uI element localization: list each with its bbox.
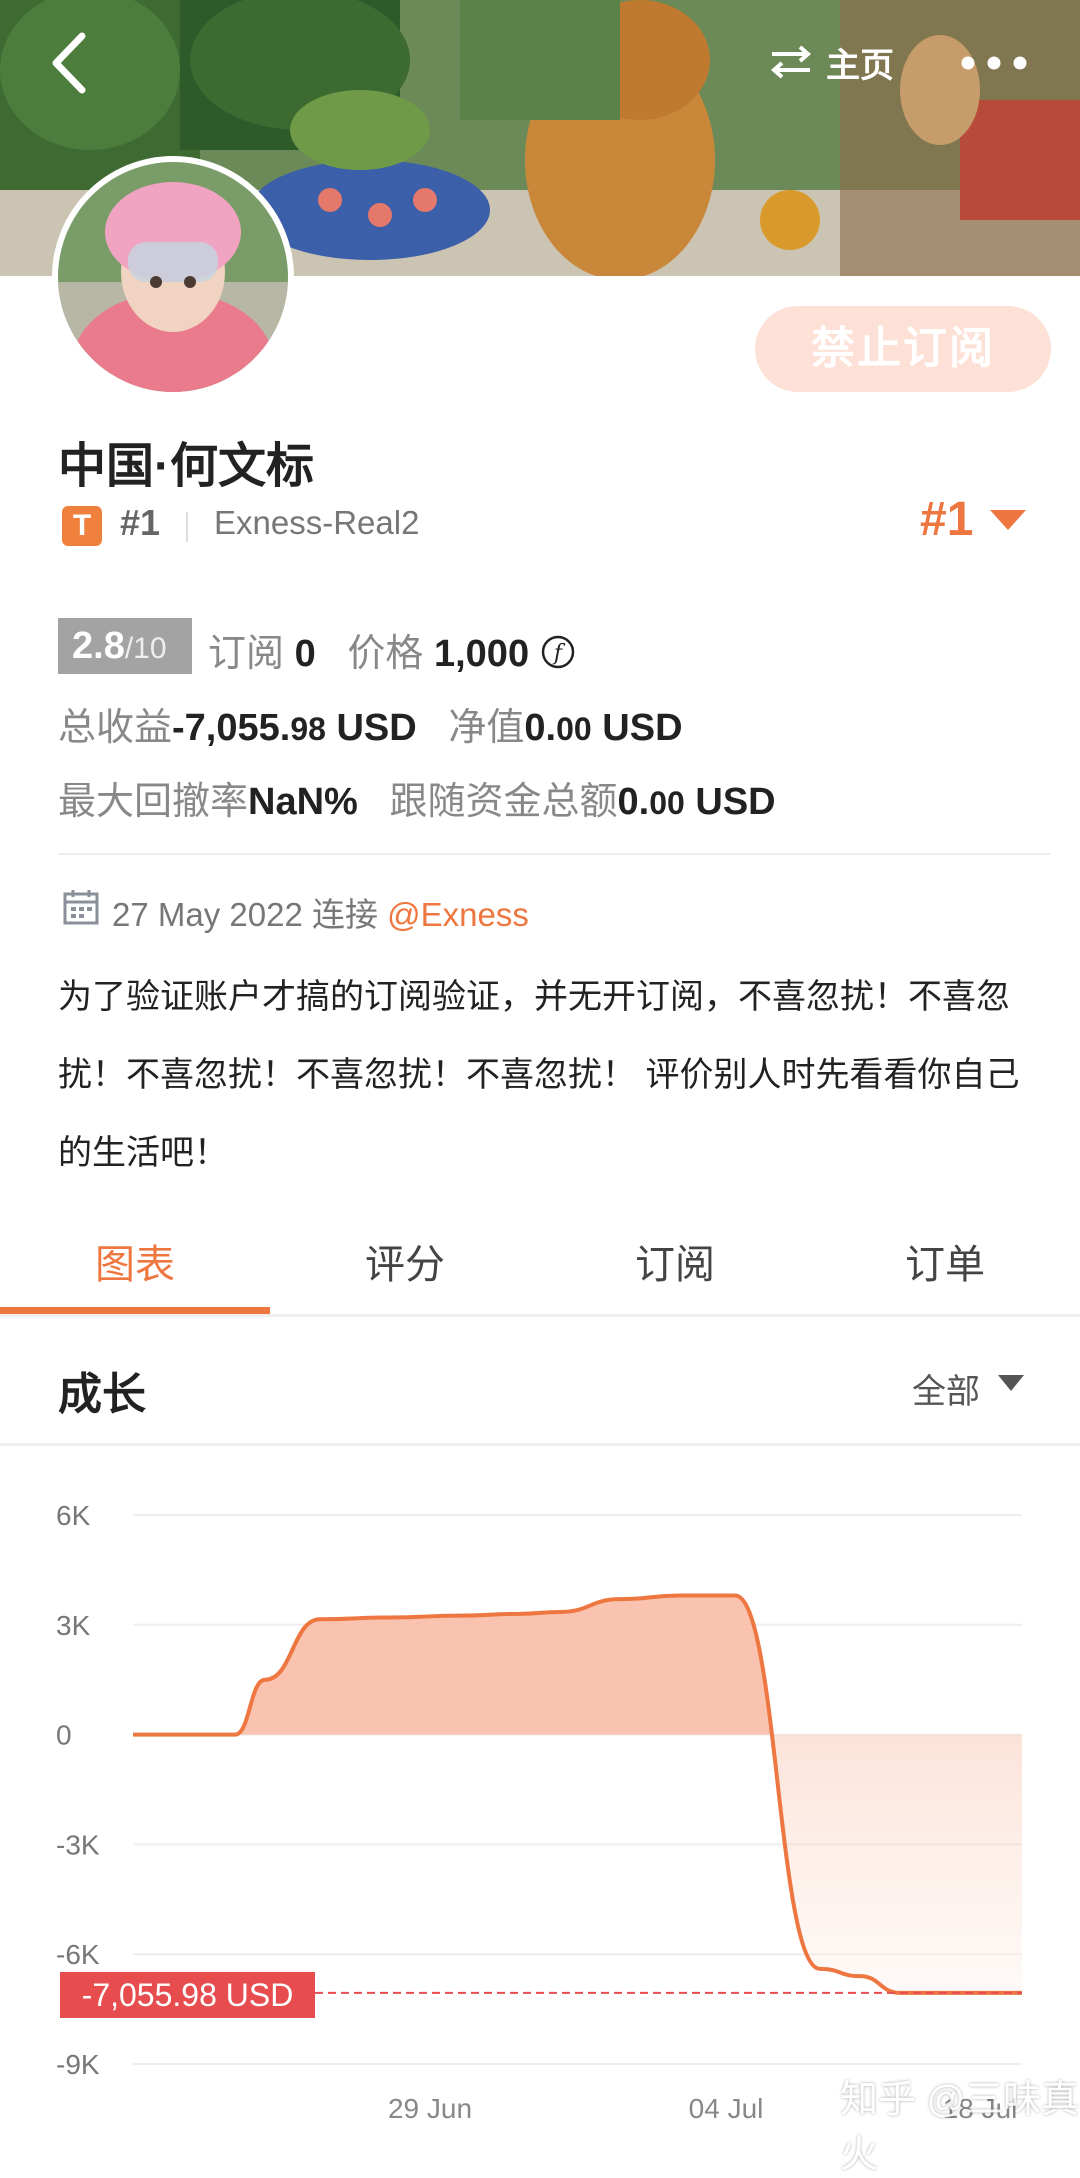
connection-info: 27 May 2022 连接 @Exness bbox=[112, 888, 529, 936]
rank-label: #1 bbox=[120, 502, 161, 543]
equity-label: 净值 bbox=[448, 707, 525, 749]
forbid-subscribe-button[interactable]: 禁止订阅 bbox=[755, 306, 1051, 392]
server-name: Exness-Real2 bbox=[214, 504, 420, 541]
trader-name: 中国·何文标 bbox=[58, 440, 314, 493]
x-tick-label: 29 Jun bbox=[388, 2093, 472, 2124]
profit-row: 总收益-7,055.98 USD 净值0.00 USD bbox=[58, 696, 683, 751]
drawdown-label: 最大回撤率 bbox=[58, 781, 249, 823]
x-tick-label: 04 Jul bbox=[689, 2093, 764, 2124]
drawdown-value: NaN% bbox=[248, 781, 358, 823]
connect-date: 27 May 2022 bbox=[112, 896, 303, 933]
subscribe-price-row: 订阅 0 价格 1,000 f bbox=[208, 622, 576, 677]
more-dots-icon[interactable] bbox=[954, 46, 1034, 80]
growth-chart: 6K 3K 0 -3K -6K -9K 29 Jun 04 Jul 18 Jul bbox=[0, 1446, 1080, 2143]
tab-active-indicator bbox=[0, 1307, 270, 1314]
tab-orders[interactable]: 订单 bbox=[810, 1232, 1080, 1290]
tabs-divider bbox=[0, 1314, 1080, 1317]
y-tick-label: 6K bbox=[56, 1500, 91, 1531]
tab-subscribe[interactable]: 订阅 bbox=[540, 1232, 810, 1290]
connect-label: 连接 bbox=[311, 896, 378, 933]
caret-down-icon[interactable] bbox=[990, 510, 1026, 532]
y-tick-label: 0 bbox=[56, 1720, 72, 1751]
section-title: 成长 bbox=[58, 1370, 146, 1419]
chevron-left-icon[interactable] bbox=[46, 28, 96, 98]
avatar bbox=[58, 162, 288, 392]
equity-value: 0.00 USD bbox=[524, 707, 683, 749]
drawdown-row: 最大回撤率NaN% 跟随资金总额0.00 USD bbox=[58, 770, 776, 825]
y-tick-label: -9K bbox=[56, 2049, 100, 2080]
follow-funds-value: 0.00 USD bbox=[617, 781, 776, 823]
watermark: 知乎 @三味真火 bbox=[840, 2079, 1080, 2176]
divider bbox=[58, 853, 1050, 855]
score-value: 2.8 bbox=[72, 625, 125, 667]
follow-funds-label: 跟随资金总额 bbox=[389, 781, 618, 823]
tab-chart[interactable]: 图表 bbox=[0, 1232, 270, 1290]
tab-rating[interactable]: 评分 bbox=[270, 1232, 540, 1290]
home-link[interactable]: 主页 bbox=[826, 38, 894, 87]
price-label: 价格 bbox=[347, 633, 424, 675]
tier-badge: T bbox=[62, 506, 102, 546]
svg-text:f: f bbox=[552, 641, 566, 666]
rank-selector[interactable]: #1 bbox=[920, 492, 973, 547]
caret-down-icon[interactable] bbox=[998, 1375, 1024, 1393]
range-filter[interactable]: 全部 bbox=[912, 1364, 980, 1413]
score-max: /10 bbox=[124, 632, 167, 665]
rating-score: 2.8/10 bbox=[58, 618, 192, 674]
final-value-tag: -7,055.98 USD bbox=[60, 1972, 315, 2018]
total-profit-value: -7,055.98 USD bbox=[172, 707, 417, 749]
y-tick-label: 3K bbox=[56, 1610, 91, 1641]
subscribe-count: 0 bbox=[294, 633, 316, 675]
y-tick-label: -3K bbox=[56, 1829, 100, 1860]
broker-link[interactable]: @Exness bbox=[387, 896, 529, 933]
bio-text: 为了验证账户才搞的订阅验证，并无开订阅，不喜忽扰！不喜忽扰！不喜忽扰！不喜忽扰！… bbox=[58, 978, 1020, 1172]
y-tick-label: -6K bbox=[56, 1939, 100, 1970]
subscribe-label: 订阅 bbox=[208, 633, 285, 675]
coin-icon: f bbox=[540, 634, 576, 670]
calendar-icon bbox=[62, 888, 100, 926]
price-value: 1,000 bbox=[433, 633, 530, 675]
separator bbox=[186, 512, 188, 542]
growth-chart-svg: 6K3K0-3K-6K-9K29 Jun 04 Jul 18 Jul bbox=[56, 1500, 1022, 2124]
total-profit-label: 总收益 bbox=[58, 707, 173, 749]
swap-arrows-icon[interactable] bbox=[768, 44, 814, 80]
